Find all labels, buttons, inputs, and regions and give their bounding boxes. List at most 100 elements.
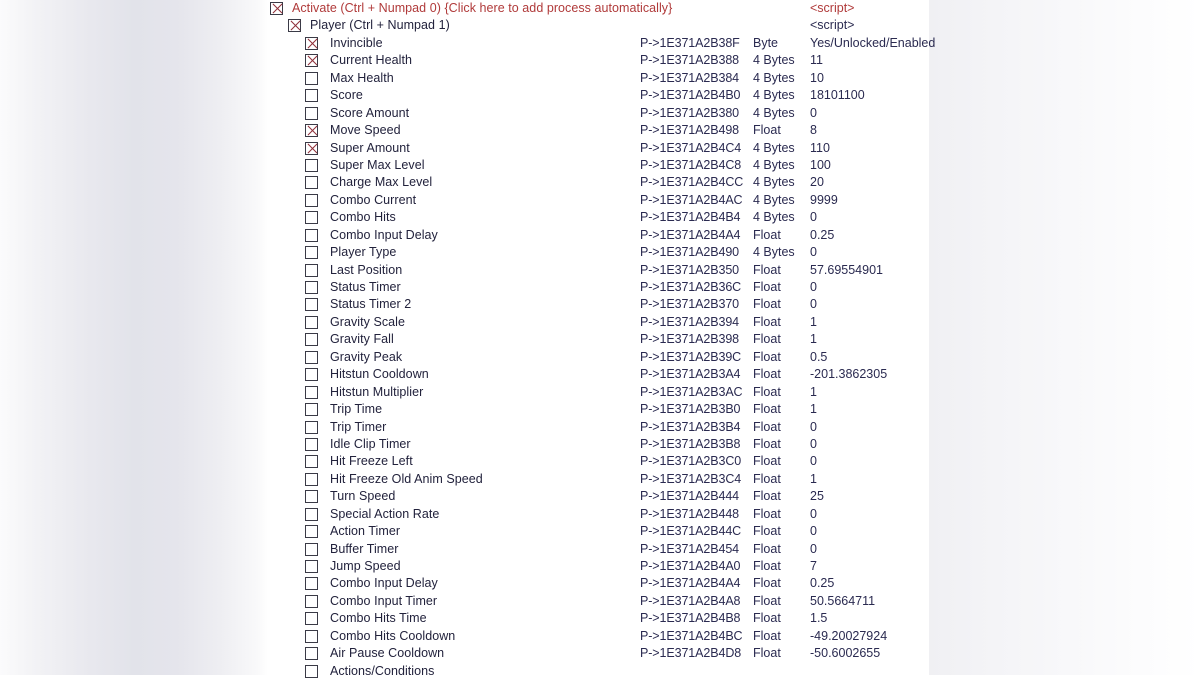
entry-address[interactable]: P->1E371A2B4A4 [640,575,741,592]
table-row[interactable]: Score Amount P->1E371A2B380 4 Bytes 0 [0,105,929,122]
checkbox-checked[interactable] [270,2,283,15]
checkbox-unchecked[interactable] [305,542,318,556]
checkbox-unchecked[interactable] [305,490,318,504]
entry-description[interactable]: Special Action Rate [330,506,439,523]
entry-type[interactable]: Float [753,610,781,627]
entry-description[interactable]: Idle Clip Timer [330,436,411,453]
table-row[interactable]: Gravity Fall P->1E371A2B398 Float 1 [0,331,929,348]
entry-description[interactable]: Hitstun Multiplier [330,384,423,401]
entry-type[interactable]: 4 Bytes [753,157,795,174]
entry-type[interactable]: Float [753,296,781,313]
entry-type[interactable]: Float [753,366,781,383]
entry-value[interactable]: 1 [810,331,817,348]
entry-description[interactable]: Combo Input Delay [330,227,438,244]
table-row[interactable]: Combo Input Delay P->1E371A2B4A4 Float 0.25 [0,575,929,592]
entry-address[interactable]: P->1E371A2B350 [640,262,739,279]
table-row[interactable]: Special Action Rate P->1E371A2B448 Float 0 [0,506,929,523]
table-row[interactable]: Air Pause Cooldown P->1E371A2B4D8 Float -50… [0,645,929,662]
entry-description[interactable]: Hit Freeze Left [330,453,413,470]
table-row[interactable]: Idle Clip Timer P->1E371A2B3B8 Float 0 [0,436,929,453]
entry-description[interactable]: Gravity Scale [330,314,405,331]
entry-description[interactable]: Buffer Timer [330,541,398,558]
entry-description[interactable]: Move Speed [330,122,401,139]
entry-address[interactable]: P->1E371A2B498 [640,122,739,139]
entry-description[interactable]: Score Amount [330,105,409,122]
entry-value[interactable]: 0 [810,453,817,470]
table-row[interactable]: Hit Freeze Left P->1E371A2B3C0 Float 0 [0,453,929,470]
table-row[interactable]: Player Type P->1E371A2B490 4 Bytes 0 [0,244,929,261]
entry-description[interactable]: Charge Max Level [330,174,432,191]
entry-address[interactable]: P->1E371A2B398 [640,331,739,348]
entry-type[interactable]: Float [753,488,781,505]
entry-value[interactable]: -50.6002655 [810,645,880,662]
table-row[interactable]: Gravity Peak P->1E371A2B39C Float 0.5 [0,349,929,366]
entry-type[interactable]: Float [753,349,781,366]
entry-value[interactable]: Yes/Unlocked/Enabled [810,35,935,52]
entry-address[interactable]: P->1E371A2B4A8 [640,593,741,610]
entry-value[interactable]: 1 [810,314,817,331]
entry-address[interactable]: P->1E371A2B36C [640,279,741,296]
entry-description[interactable]: Status Timer [330,279,401,296]
entry-type[interactable]: 4 Bytes [753,105,795,122]
entry-value[interactable]: 8 [810,122,817,139]
entry-description[interactable]: Gravity Peak [330,349,402,366]
entry-description[interactable]: Combo Input Delay [330,575,438,592]
entry-address[interactable]: P->1E371A2B388 [640,52,739,69]
checkbox-unchecked[interactable] [305,420,318,434]
entry-address[interactable]: P->1E371A2B3B8 [640,436,741,453]
entry-description[interactable]: Super Max Level [330,157,425,174]
checkbox-unchecked[interactable] [305,560,318,573]
entry-description[interactable]: Super Amount [330,140,410,157]
entry-address[interactable]: P->1E371A2B384 [640,70,739,87]
checkbox-unchecked[interactable] [305,228,318,242]
entry-value[interactable]: 0 [810,209,817,226]
checkbox-unchecked[interactable] [305,455,318,469]
entry-description[interactable]: Max Health [330,70,394,87]
entry-address[interactable]: P->1E371A2B39C [640,349,741,366]
entry-type[interactable]: 4 Bytes [753,140,795,157]
entry-type[interactable]: Float [753,558,781,575]
checkbox-checked[interactable] [305,36,318,50]
checkbox-unchecked[interactable] [305,333,318,347]
table-row[interactable]: Status Timer 2 P->1E371A2B370 Float 0 [0,296,929,313]
entry-address[interactable]: P->1E371A2B4BC [640,628,743,645]
entry-value[interactable]: 0.5 [810,349,827,366]
entry-script-marker[interactable]: <script> [810,17,854,34]
table-row[interactable]: Trip Timer P->1E371A2B3B4 Float 0 [0,419,929,436]
entry-address[interactable]: P->1E371A2B3C0 [640,453,741,470]
entry-type[interactable]: Float [753,645,781,662]
entry-description[interactable]: Actions/Conditions [330,663,434,680]
table-row[interactable]: Hit Freeze Old Anim Speed P->1E371A2B3C4 F… [0,471,929,488]
entry-address[interactable]: P->1E371A2B4C4 [640,140,741,157]
entry-value[interactable]: 110 [810,140,830,157]
entry-description[interactable]: Hitstun Cooldown [330,366,429,383]
checkbox-unchecked[interactable] [305,281,318,294]
table-row[interactable]: Hitstun Cooldown P->1E371A2B3A4 Float -201.… [0,366,929,383]
table-row[interactable]: Turn Speed P->1E371A2B444 Float 25 [0,488,929,505]
entry-description[interactable]: Last Position [330,262,402,279]
entry-address[interactable]: P->1E371A2B4AC [640,192,743,209]
table-row[interactable]: Status Timer P->1E371A2B36C Float 0 [0,279,929,296]
checkbox-unchecked[interactable] [305,525,318,539]
entry-type[interactable]: Float [753,453,781,470]
checkbox-unchecked[interactable] [305,368,318,382]
entry-description[interactable]: Combo Input Timer [330,593,437,610]
table-row[interactable]: Combo Hits P->1E371A2B4B4 4 Bytes 0 [0,209,929,226]
table-row[interactable]: Hitstun Multiplier P->1E371A2B3AC Float 1 [0,384,929,401]
checkbox-unchecked[interactable] [305,263,318,277]
entry-type[interactable]: 4 Bytes [753,70,795,87]
table-row[interactable]: Action Timer P->1E371A2B44C Float 0 [0,523,929,540]
checkbox-unchecked[interactable] [305,158,318,172]
entry-type[interactable]: 4 Bytes [753,209,795,226]
entry-description[interactable]: Gravity Fall [330,331,394,348]
table-row[interactable]: Max Health P->1E371A2B384 4 Bytes 10 [0,70,929,87]
table-row[interactable]: Combo Input Delay P->1E371A2B4A4 Float 0.25 [0,227,929,244]
table-row[interactable]: Actions/Conditions [0,663,929,680]
entry-address[interactable]: P->1E371A2B4B4 [640,209,741,226]
checkbox-unchecked[interactable] [305,472,318,486]
entry-address[interactable]: P->1E371A2B394 [640,314,739,331]
table-row[interactable]: Trip Time P->1E371A2B3B0 Float 1 [0,401,929,418]
table-row[interactable]: Super Max Level P->1E371A2B4C8 4 Bytes 100 [0,157,929,174]
table-row[interactable]: Combo Hits Time P->1E371A2B4B8 Float 1.5 [0,610,929,627]
entry-type[interactable]: 4 Bytes [753,52,795,69]
